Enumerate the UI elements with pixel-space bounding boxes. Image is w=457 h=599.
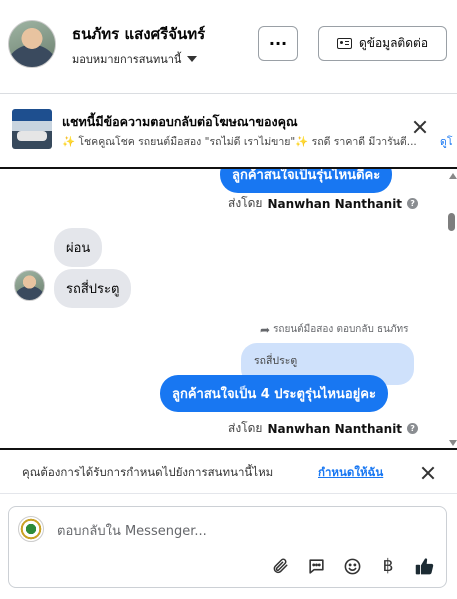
sender-avatar	[14, 270, 45, 301]
sent-by-label: ส่งโดย Nanwhan Nanthanit ?	[228, 194, 419, 213]
paperclip-icon	[273, 558, 288, 574]
contact-card-icon	[336, 38, 352, 49]
scroll-down-icon[interactable]	[449, 440, 457, 446]
close-icon	[421, 466, 435, 480]
reply-arrow-icon: ➦	[260, 322, 271, 337]
outgoing-message[interactable]: ลูกค้าสนใจเป็นรุ่นไหนดีคะ	[220, 169, 393, 193]
attach-button[interactable]	[269, 555, 291, 577]
smiley-icon	[344, 558, 360, 574]
view-ad-link[interactable]: ดูโ	[440, 133, 452, 150]
assign-dropdown[interactable]: มอบหมายการสนทนานี้	[72, 50, 198, 68]
info-icon[interactable]: ?	[407, 198, 419, 209]
saved-replies-button[interactable]	[305, 555, 327, 577]
page-avatar	[18, 516, 44, 542]
sent-by-label: ส่งโดย Nanwhan Nanthanit ?	[228, 419, 419, 438]
payment-button[interactable]: ฿	[377, 555, 399, 577]
more-icon: ···	[268, 34, 288, 53]
more-options-button[interactable]: ···	[258, 26, 298, 61]
info-icon[interactable]: ?	[407, 423, 419, 434]
customer-name[interactable]: ธนภัทร แสงศรีจันทร์	[72, 22, 205, 46]
view-contact-label: ดูข้อมูลติดต่อ	[358, 36, 429, 50]
emoji-button[interactable]	[341, 555, 363, 577]
outgoing-message[interactable]: ลูกค้าสนใจเป็น 4 ประตูรุ่นไหนอยู่คะ	[160, 375, 388, 412]
assign-prompt-text: คุณต้องการได้รับการกำหนดไปยังการสนทนานี้…	[22, 465, 274, 479]
view-contact-button[interactable]: ดูข้อมูลติดต่อ	[318, 26, 447, 61]
assign-label: มอบหมายการสนทนานี้	[72, 53, 182, 66]
replied-to-label: ➦ รถยนต์มือสอง ตอบกลับ ธนภัทร	[260, 322, 409, 337]
conversation-header: ธนภัทร แสงศรีจันทร์ มอบหมายการสนทนานี้ ·…	[0, 0, 457, 94]
message-thread[interactable]: ลูกค้าสนใจเป็นรุ่นไหนดีคะ ส่งโดย Nanwhan…	[0, 169, 457, 450]
assign-prompt: คุณต้องการได้รับการกำหนดไปยังการสนทนานี้…	[0, 451, 457, 494]
ad-banner-title: แชทนี้มีข้อความตอบกลับต่อโฆษณาของคุณ	[62, 114, 298, 129]
message-composer: ฿	[8, 506, 447, 588]
incoming-message[interactable]: รถสี่ประตู	[54, 269, 132, 308]
avatar[interactable]	[8, 20, 56, 68]
like-button[interactable]	[413, 555, 435, 577]
agent-name: Nanwhan Nanthanit	[267, 421, 403, 436]
baht-icon: ฿	[382, 556, 394, 576]
scrollbar-thumb[interactable]	[448, 213, 455, 231]
thumbs-up-icon	[415, 557, 433, 574]
close-icon	[413, 120, 427, 134]
assign-to-me-link[interactable]: กำหนดให้ฉัน	[318, 464, 383, 482]
agent-name: Nanwhan Nanthanit	[267, 196, 403, 211]
ad-thumbnail[interactable]	[12, 109, 52, 149]
replied-to-text: รถยนต์มือสอง ตอบกลับ ธนภัทร	[273, 324, 409, 335]
chat-bubble-icon	[308, 558, 324, 574]
ad-banner-subtitle: ✨ โชคคูณโชค รถยนต์มือสอง "รถไม่ดี เราไม่…	[62, 136, 417, 148]
incoming-message[interactable]: ผ่อน	[54, 228, 103, 267]
sent-by-prefix: ส่งโดย	[228, 421, 263, 435]
sent-by-prefix: ส่งโดย	[228, 196, 263, 210]
close-ad-banner-button[interactable]	[413, 120, 427, 134]
close-assign-prompt-button[interactable]	[421, 466, 435, 480]
ad-reply-banner: แชทนี้มีข้อความตอบกลับต่อโฆษณาของคุณ ✨ โ…	[0, 95, 457, 169]
scrollbar[interactable]	[447, 169, 457, 448]
chevron-down-icon	[187, 56, 198, 62]
reply-input[interactable]	[57, 521, 427, 541]
scroll-up-icon[interactable]	[449, 173, 457, 179]
